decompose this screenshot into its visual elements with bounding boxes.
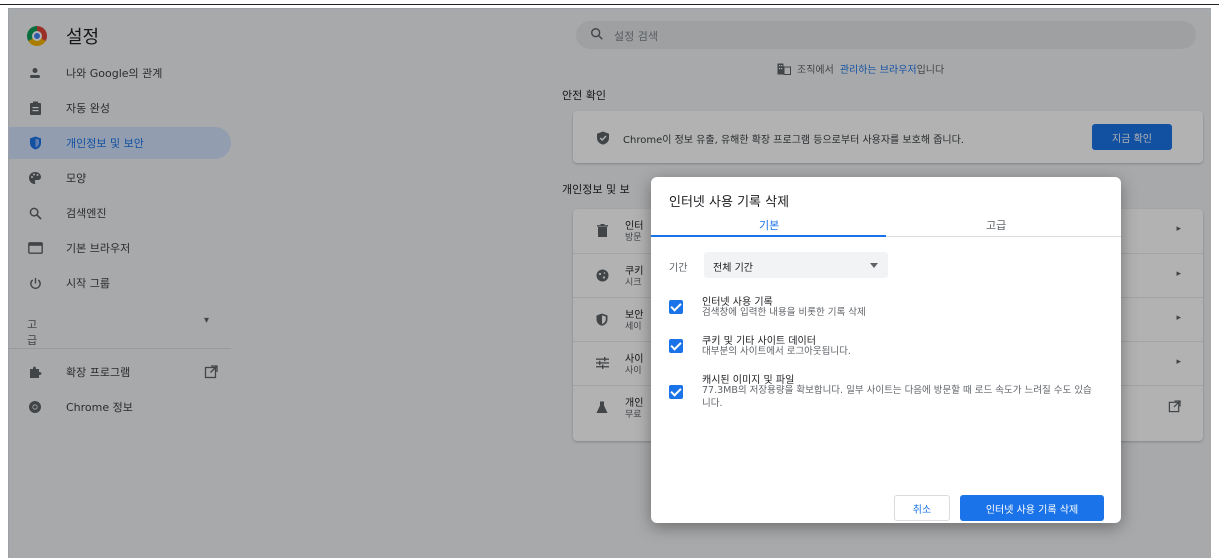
browsing-history-checkbox[interactable] [669,300,683,314]
time-range-select[interactable]: 전체 기간 [704,252,888,278]
dialog-title: 인터넷 사용 기록 삭제 [669,195,790,210]
tab-basic[interactable]: 기본 [759,217,779,233]
dropdown-arrow-icon [870,263,878,268]
clear-browsing-data-dialog: 인터넷 사용 기록 삭제 기본 고급 기간 전체 기간 인터넷 사용 기록 검색… [651,177,1121,523]
cookies-checkbox[interactable] [669,339,683,353]
active-tab-indicator [651,235,886,237]
cancel-button[interactable]: 취소 [894,495,950,521]
clear-data-button[interactable]: 인터넷 사용 기록 삭제 [960,495,1104,521]
settings-window: 설정 설정 검색 나와 Google의 관계 자동 완성 개인정보 및 보안 모… [8,8,1211,558]
cached-images-checkbox[interactable] [669,385,683,399]
option-subtitle: 검색창에 입력한 내용을 비롯한 기록 삭제 [702,307,866,318]
time-range-label: 기간 [669,263,688,274]
dialog-tabs: 기본 고급 [651,211,1121,237]
option-subtitle: 대부분의 사이트에서 로그아웃됩니다. [702,346,851,357]
time-range-value: 전체 기간 [713,263,753,274]
window-top-border [0,4,1219,5]
tab-advanced[interactable]: 고급 [986,217,1006,233]
option-subtitle: 77.3MB의 저장용량을 확보합니다. 일부 사이트는 다음에 방문할 때 로… [702,385,1092,409]
